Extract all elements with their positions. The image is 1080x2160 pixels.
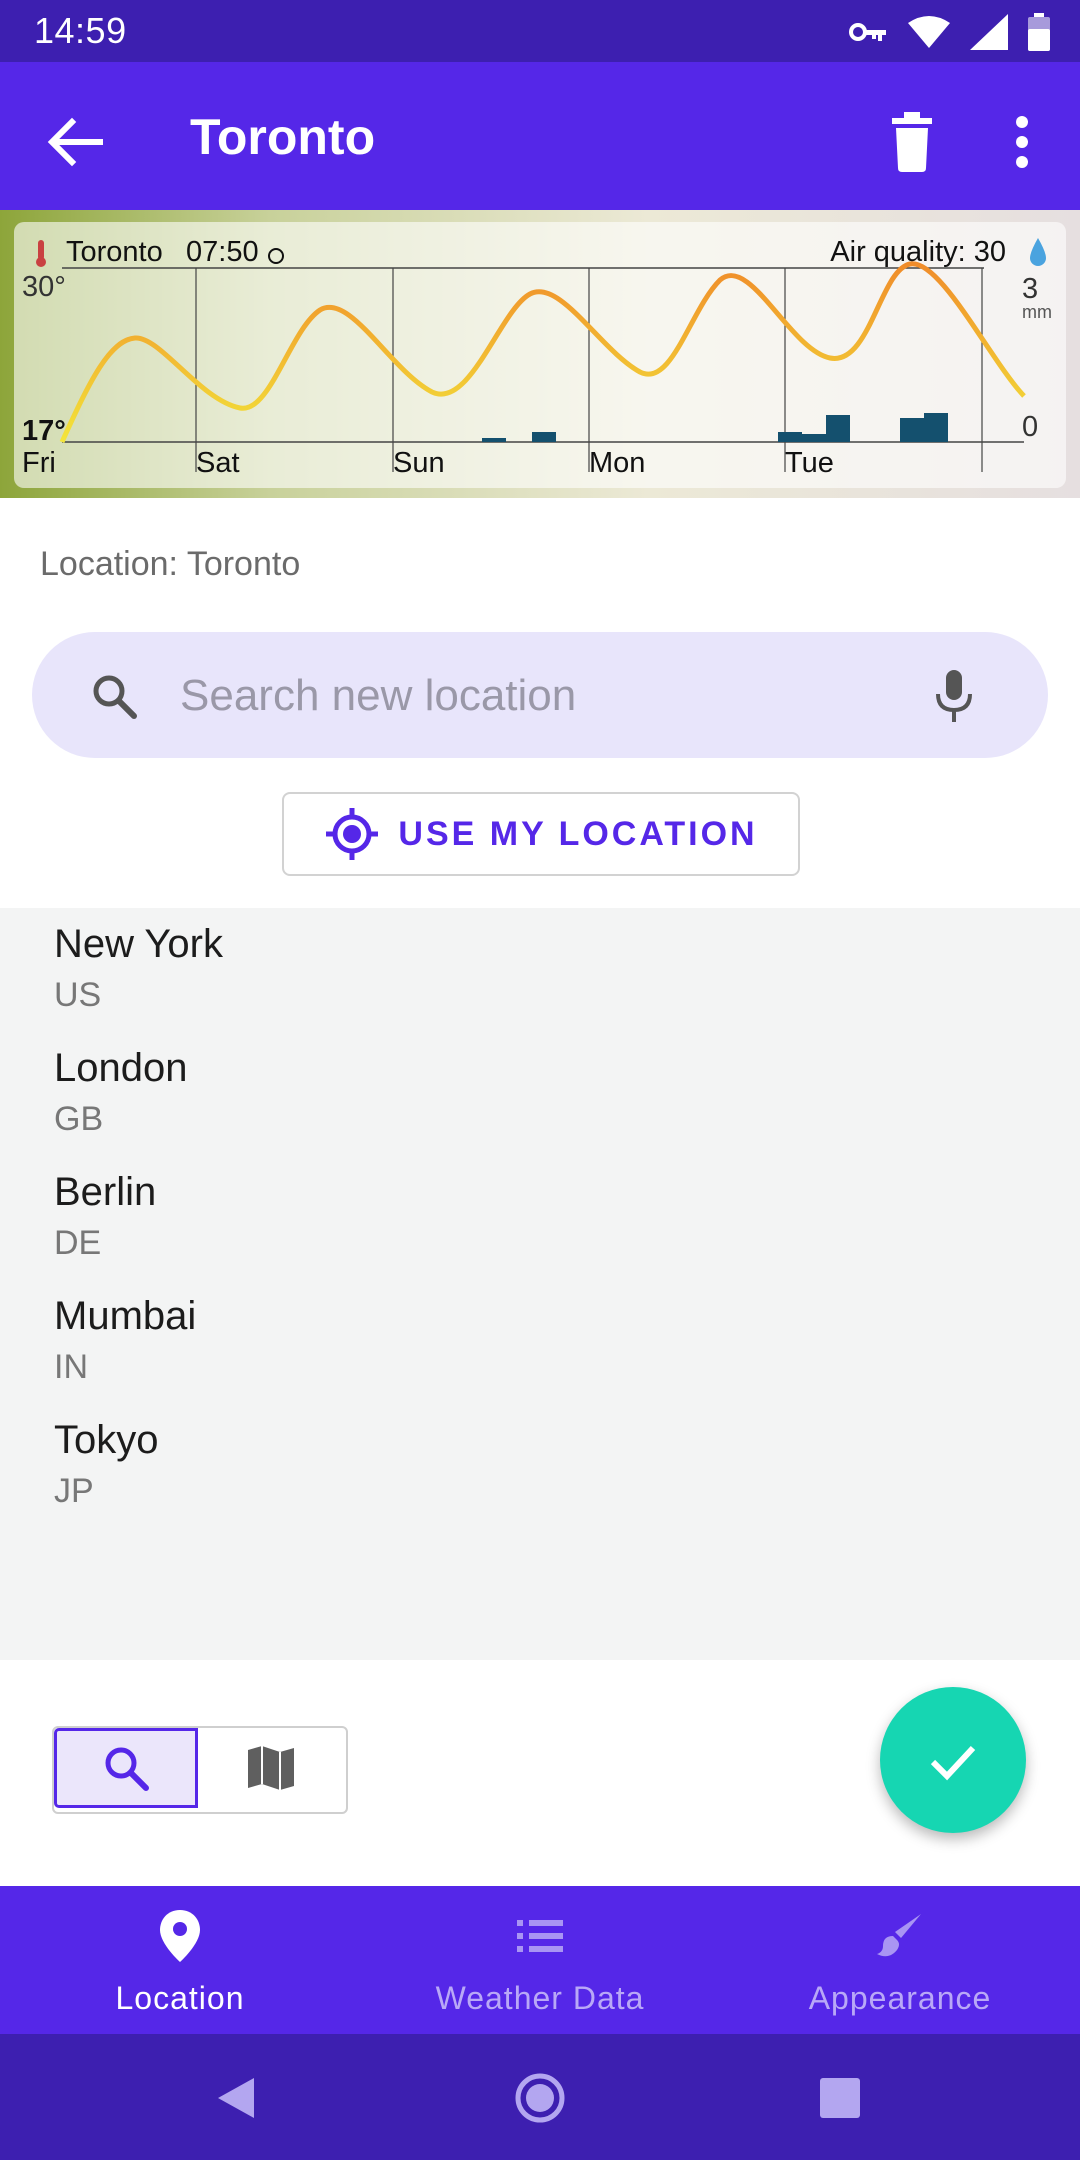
precip-bar: [900, 418, 924, 442]
day-label: Fri: [22, 447, 56, 479]
system-navigation-bar: [0, 2034, 1080, 2160]
temp-min-label: 17°: [22, 415, 66, 447]
day-label: Sun: [393, 447, 445, 479]
more-vert-icon: [1016, 116, 1028, 168]
suggestion-country: JP: [54, 1472, 94, 1510]
arrow-back-icon: [47, 117, 103, 167]
back-button[interactable]: [40, 106, 112, 178]
signal-icon: [970, 14, 1008, 50]
air-quality: Air quality: 30: [830, 236, 1006, 268]
list-item[interactable]: Berlin DE: [54, 1170, 954, 1288]
forecast-location: Toronto: [66, 236, 163, 268]
wifi-icon: [908, 16, 950, 48]
suggestion-city: Mumbai: [54, 1294, 197, 1338]
list-item[interactable]: Tokyo JP: [54, 1418, 954, 1536]
precip-unit-label: mm: [1022, 302, 1052, 322]
status-time: 14:59: [34, 10, 127, 51]
battery-icon: [1028, 13, 1050, 51]
status-icons: [848, 12, 1050, 52]
suggestion-country: IN: [54, 1348, 88, 1386]
brush-icon: [877, 1914, 921, 1957]
suggestion-country: GB: [54, 1100, 104, 1138]
nav-item-location[interactable]: Location: [0, 1886, 360, 2034]
microphone-icon[interactable]: [930, 668, 978, 724]
suggestion-city: London: [54, 1046, 188, 1090]
page-title: Toronto: [190, 109, 376, 165]
precip-bar: [532, 432, 556, 442]
precip-bar: [482, 438, 506, 442]
suggestion-country: DE: [54, 1224, 102, 1262]
nav-item-weather-data[interactable]: Weather Data: [360, 1886, 720, 2034]
precip-bar: [802, 434, 826, 442]
forecast-chart: Toronto 07:50 Air quality: 30 30° 17° 3 …: [0, 210, 1080, 498]
precip-min-label: 0: [1022, 411, 1038, 443]
delete-button[interactable]: [880, 106, 944, 178]
precip-bar: [826, 415, 850, 442]
bottom-navigation: Location Weather Data Appearance: [0, 1886, 1080, 2034]
toggle-map-button[interactable]: [200, 1728, 342, 1808]
suggestion-city: Tokyo: [54, 1418, 159, 1462]
app-bar: Toronto: [0, 62, 1080, 210]
map-icon: [248, 1746, 294, 1790]
system-recents-icon[interactable]: [818, 2076, 862, 2120]
nav-label: Weather Data: [435, 1980, 645, 2016]
system-home-icon[interactable]: [514, 2072, 566, 2124]
precip-max-label: 3: [1022, 273, 1038, 305]
precip-bar: [924, 413, 948, 442]
check-icon: [930, 1745, 976, 1781]
forecast-time: 07:50: [186, 236, 259, 268]
nav-item-appearance[interactable]: Appearance: [720, 1886, 1080, 2034]
list-icon: [517, 1920, 563, 1952]
precip-bar: [778, 432, 802, 442]
confirm-fab[interactable]: [880, 1687, 1026, 1833]
my-location-icon: [326, 808, 379, 860]
vpn-key-icon: [849, 23, 886, 41]
suggestion-city: New York: [54, 922, 223, 966]
status-bar: 14:59: [0, 0, 1080, 62]
temp-max-label: 30°: [22, 271, 66, 303]
location-pin-icon: [160, 1910, 200, 1962]
search-input[interactable]: [178, 664, 902, 728]
use-my-location-label: USE MY LOCATION: [398, 814, 758, 853]
more-options-button[interactable]: [994, 106, 1050, 178]
suggestion-city: Berlin: [54, 1170, 157, 1214]
list-item[interactable]: New York US: [54, 922, 954, 1040]
trash-icon: [892, 112, 932, 172]
system-back-icon[interactable]: [214, 2074, 258, 2122]
use-my-location-button[interactable]: USE MY LOCATION: [282, 792, 800, 876]
day-label: Mon: [589, 447, 645, 479]
day-label: Tue: [785, 447, 834, 479]
day-label: Sat: [196, 447, 240, 479]
current-location-label: Location: Toronto: [40, 545, 301, 583]
suggestion-country: US: [54, 976, 102, 1014]
nav-label: Location: [115, 1980, 245, 2016]
search-icon: [105, 1747, 149, 1791]
list-item[interactable]: London GB: [54, 1046, 954, 1164]
nav-label: Appearance: [808, 1980, 992, 2016]
toggle-search-button[interactable]: [54, 1728, 198, 1808]
forecast-widget[interactable]: Toronto 07:50 Air quality: 30 30° 17° 3 …: [0, 210, 1080, 498]
list-item[interactable]: Mumbai IN: [54, 1294, 954, 1412]
search-icon: [90, 672, 138, 720]
location-suggestions-list: New York US London GB Berlin DE Mumbai I…: [0, 908, 1080, 1660]
